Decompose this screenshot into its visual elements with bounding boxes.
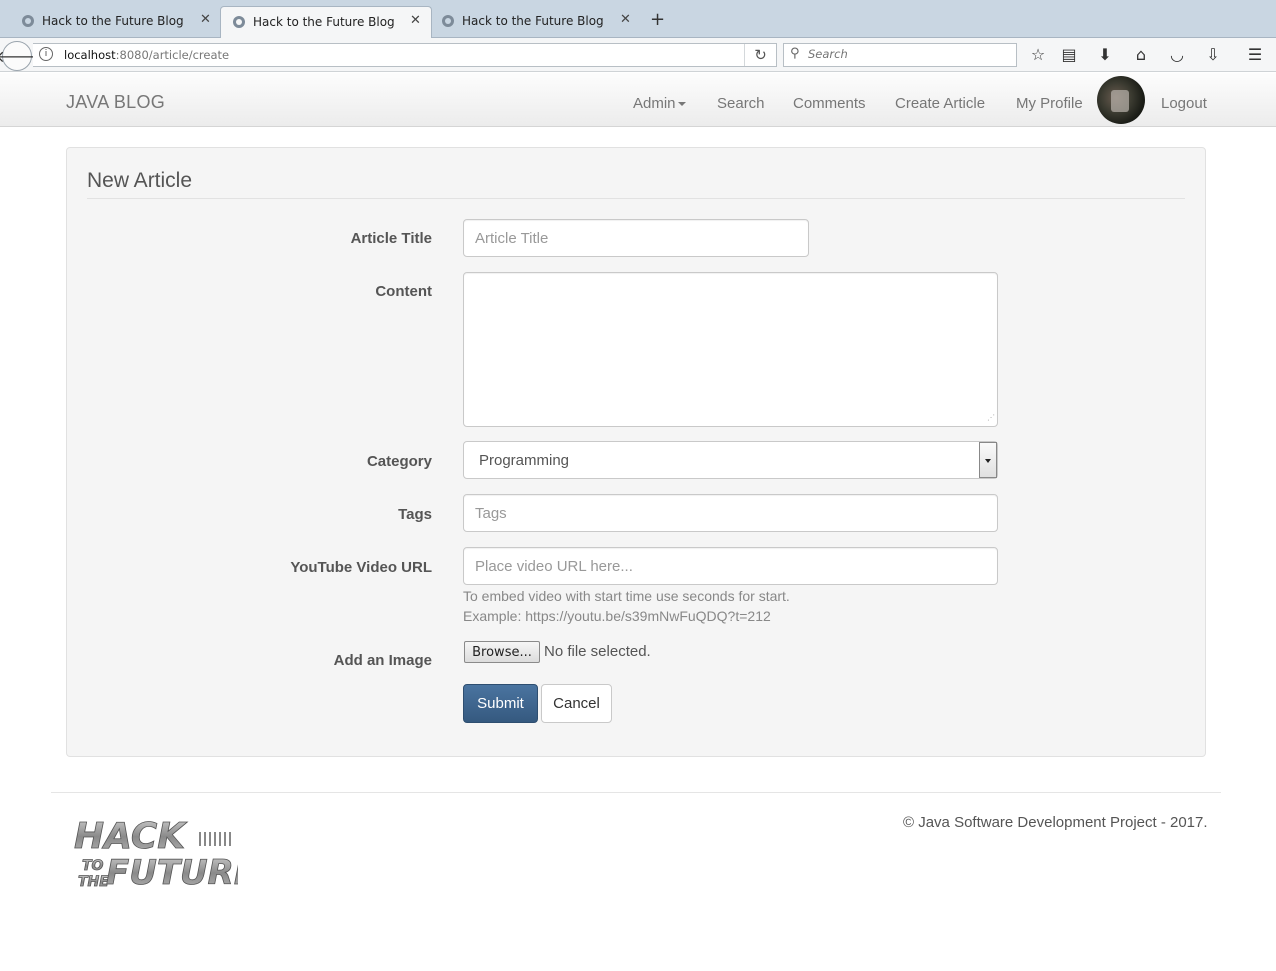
category-selected-value: Programming — [479, 452, 570, 469]
home-icon[interactable]: ⌂ — [1131, 45, 1151, 65]
svg-text:TO: TO — [82, 858, 104, 874]
tab-title: Hack to the Future Blog — [42, 14, 184, 28]
close-icon[interactable]: ✕ — [200, 12, 211, 27]
browser-tab-2[interactable]: Hack to the Future Blog ✕ — [220, 6, 432, 39]
browser-tab-strip: Hack to the Future Blog ✕ Hack to the Fu… — [0, 0, 1276, 39]
menu-icon[interactable]: ☰ — [1245, 45, 1265, 65]
bookmark-star-icon[interactable]: ☆ — [1028, 45, 1048, 65]
nav-logout[interactable]: Logout — [1161, 95, 1207, 112]
nav-search[interactable]: Search — [717, 95, 765, 112]
avatar[interactable] — [1097, 76, 1145, 124]
article-title-input[interactable] — [463, 219, 809, 257]
browser-navbar: 🡐 i localhost:8080/article/create ↻ ⚲ ☆ … — [0, 38, 1276, 72]
tab-title: Hack to the Future Blog — [462, 14, 604, 28]
site-brand[interactable]: JAVA BLOG — [66, 92, 165, 113]
svg-text:THE: THE — [78, 874, 109, 890]
video-url-input[interactable] — [463, 547, 998, 585]
back-button[interactable]: 🡐 — [0, 41, 38, 71]
file-status: No file selected. — [544, 643, 651, 660]
compass-icon — [442, 15, 454, 27]
pocket-icon[interactable]: ◡ — [1167, 45, 1187, 65]
copyright-text: © Java Software Development Project - 20… — [903, 814, 1208, 831]
browse-button[interactable]: Browse... — [464, 641, 540, 663]
article-title-label: Article Title — [350, 230, 432, 247]
browser-tab-1[interactable]: Hack to the Future Blog ✕ — [0, 6, 218, 38]
category-select[interactable]: Programming — [463, 441, 998, 479]
reading-list-icon[interactable]: ▤ — [1059, 45, 1079, 65]
footer-divider — [51, 792, 1221, 793]
category-label: Category — [366, 453, 432, 470]
compass-icon — [22, 15, 34, 27]
svg-text:HACK: HACK — [74, 816, 188, 857]
nav-create-article[interactable]: Create Article — [895, 95, 985, 112]
video-help-example: Example: https://youtu.be/s39mNwFuQDQ?t=… — [463, 608, 771, 624]
content-textarea[interactable] — [463, 272, 998, 427]
site-header: JAVA BLOG Admin Search Comments Create A… — [0, 73, 1276, 127]
video-help-text: To embed video with start time use secon… — [463, 588, 790, 604]
tags-input[interactable] — [463, 494, 998, 532]
dropdown-arrow-icon[interactable] — [979, 442, 997, 478]
close-icon[interactable]: ✕ — [620, 12, 631, 27]
search-icon: ⚲ — [790, 46, 800, 61]
reload-icon[interactable]: ↻ — [744, 44, 776, 66]
submit-button[interactable]: Submit — [463, 684, 538, 723]
page-title: New Article — [87, 169, 193, 192]
hack-to-the-future-logo: HACK TO THE FUTURE — [74, 816, 238, 890]
nav-comments[interactable]: Comments — [793, 95, 866, 112]
info-icon[interactable]: i — [39, 47, 53, 61]
add-image-label: Add an Image — [333, 652, 432, 669]
tab-title: Hack to the Future Blog — [253, 15, 395, 29]
download-arrow-icon[interactable]: ⇩ — [1203, 45, 1223, 65]
browser-tab-3[interactable]: Hack to the Future Blog ✕ — [432, 6, 642, 38]
resize-grip-icon[interactable]: ⋰ — [987, 413, 995, 422]
url-text[interactable]: localhost:8080/article/create — [64, 48, 229, 62]
compass-icon — [233, 16, 245, 28]
new-tab-button[interactable]: + — [650, 9, 665, 30]
content-label: Content — [375, 283, 432, 300]
tags-label: Tags — [398, 506, 432, 523]
cancel-button[interactable]: Cancel — [541, 684, 612, 723]
browser-search-bar[interactable]: ⚲ — [783, 43, 1017, 67]
address-bar[interactable]: i localhost:8080/article/create ↻ — [33, 43, 777, 67]
article-form-panel: New Article Article Title Content ⋰ Cate… — [66, 147, 1206, 757]
nav-my-profile[interactable]: My Profile — [1016, 95, 1083, 112]
caret-down-icon — [677, 102, 686, 107]
nav-admin-dropdown[interactable]: Admin — [633, 95, 686, 112]
video-url-label: YouTube Video URL — [290, 559, 432, 576]
close-icon[interactable]: ✕ — [410, 13, 421, 28]
browser-search-input[interactable] — [808, 47, 1008, 61]
download-icon[interactable]: ⬇ — [1095, 45, 1115, 65]
divider — [87, 198, 1185, 199]
svg-text:FUTURE: FUTURE — [106, 853, 238, 890]
